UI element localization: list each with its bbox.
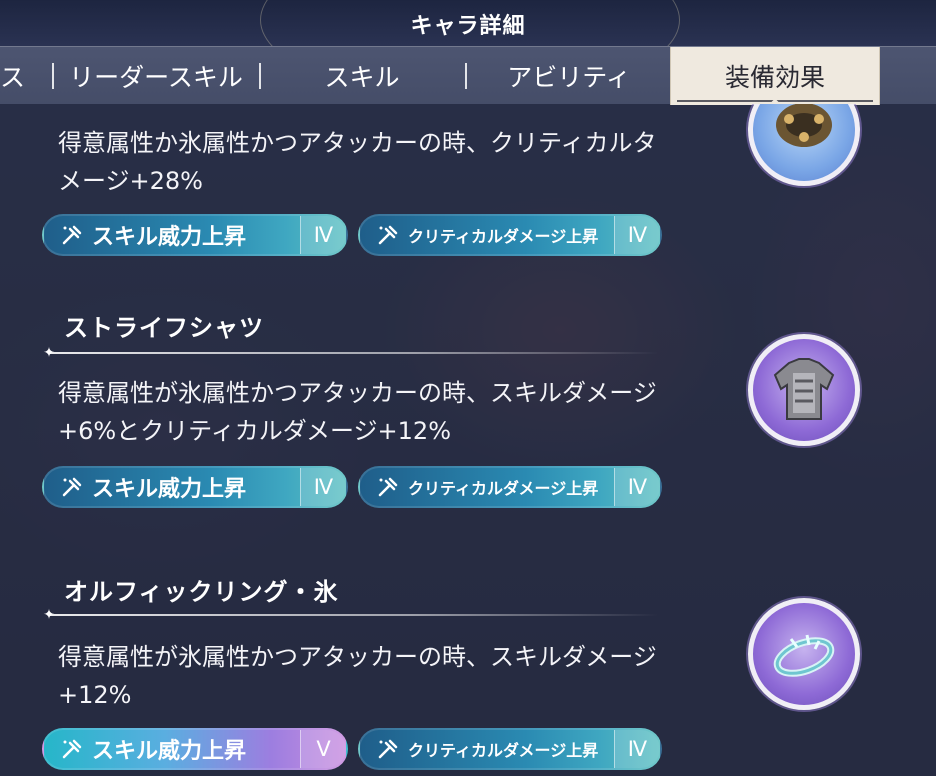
sword-icon — [374, 473, 402, 501]
tab-skill[interactable]: スキル — [262, 47, 462, 105]
sparkle-icon: ✦ — [43, 345, 55, 361]
skill-badge[interactable]: クリティカルダメージ上昇 Ⅳ — [358, 466, 662, 508]
tab-separator — [465, 63, 467, 89]
equipment-description: 得意属性か氷属性かつアタッカーの時、クリティカルタ メージ+28% — [58, 129, 657, 195]
shirt-icon[interactable] — [748, 334, 860, 446]
skill-badge[interactable]: スキル威力上昇 Ⅳ — [42, 466, 348, 508]
tab-separator — [259, 63, 261, 89]
tab-status[interactable]: ス — [0, 47, 40, 105]
equipment-description: 得意属性が氷属性かつアタッカーの時、スキルダメージ +6%とクリティカルダメージ… — [58, 379, 657, 445]
skill-badge[interactable]: クリティカルダメージ上昇 Ⅳ — [358, 214, 662, 256]
sword-icon — [58, 473, 86, 501]
skill-badge[interactable]: スキル威力上昇 Ⅳ — [42, 214, 348, 256]
sword-icon — [374, 735, 402, 763]
equipment-name: ストライフシャツ — [64, 314, 264, 342]
divider: ✦ — [43, 346, 658, 360]
tab-bar: ス リーダースキル スキル アビリティ 装備効果 — [0, 46, 936, 116]
skill-badge[interactable]: クリティカルダメージ上昇 Ⅳ — [358, 728, 662, 770]
sword-icon — [374, 221, 402, 249]
header-bar: キャラ詳細 — [0, 0, 936, 100]
skill-badge[interactable]: スキル威力上昇 Ⅴ — [42, 728, 348, 770]
divider: ✦ — [43, 608, 658, 622]
ring-icon[interactable] — [748, 598, 860, 710]
sword-icon — [58, 735, 86, 763]
sword-icon — [58, 221, 86, 249]
page-title: キャラ詳細 — [410, 14, 526, 39]
equipment-name: オルフィックリング・氷 — [64, 578, 339, 606]
bracelet-icon[interactable] — [748, 104, 860, 186]
tab-leader-skill[interactable]: リーダースキル — [56, 47, 256, 105]
equipment-description: 得意属性が氷属性かつアタッカーの時、スキルダメージ +12% — [58, 643, 657, 709]
tab-equipment-effects[interactable]: 装備効果 — [670, 47, 880, 116]
sparkle-icon: ✦ — [43, 607, 55, 623]
equipment-list[interactable]: 得意属性か氷属性かつアタッカーの時、クリティカルタ メージ+28% スキル威力上… — [0, 104, 936, 776]
tab-separator — [52, 63, 54, 89]
tab-ability[interactable]: アビリティ — [468, 47, 670, 105]
